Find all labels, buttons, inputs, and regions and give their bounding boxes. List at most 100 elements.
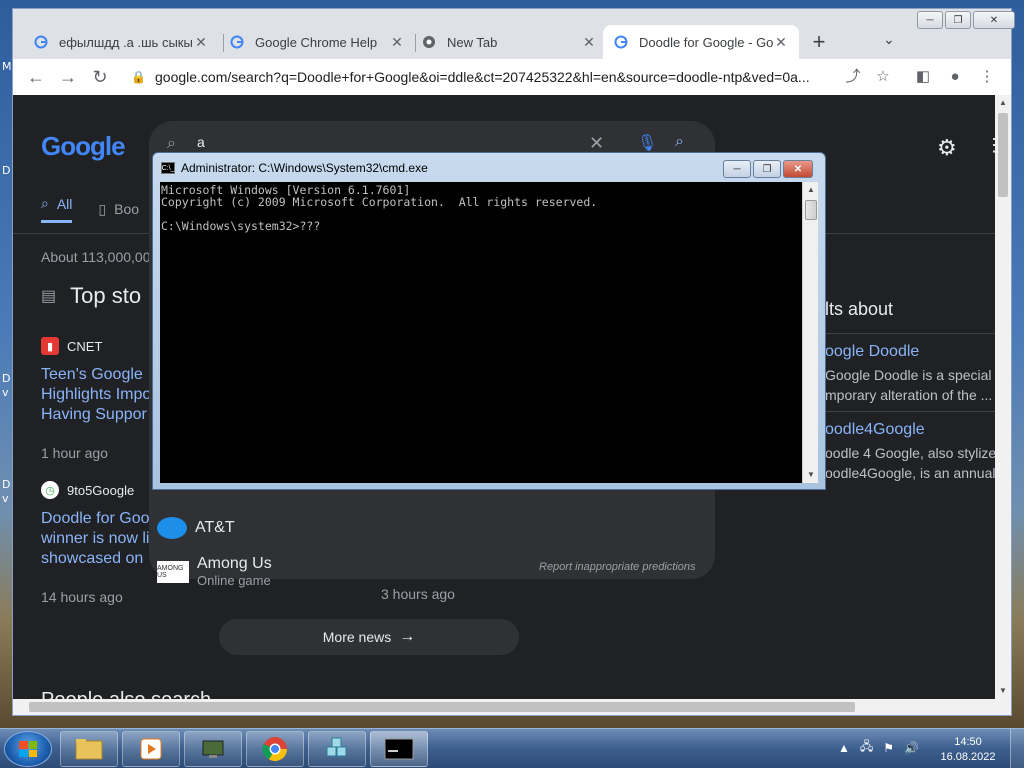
microphone-icon[interactable]: 🎙: [637, 133, 657, 153]
browser-tab[interactable]: ефылшдд .а .шь сыкыа ✕: [23, 25, 219, 59]
story-time: 1 hour ago: [41, 445, 108, 461]
story-headline[interactable]: showcased on: [41, 549, 153, 569]
knowledge-desc: mporary alteration of the ...: [825, 387, 993, 403]
search-input[interactable]: [197, 131, 597, 153]
close-button[interactable]: ✕: [783, 160, 813, 178]
new-tab-button[interactable]: +: [805, 29, 833, 57]
forward-arrow-icon[interactable]: →: [57, 66, 79, 88]
suggestion-item[interactable]: AMONG US Among Us Online game: [157, 555, 272, 588]
story-headline[interactable]: Doodle for Goo: [41, 509, 153, 529]
window-controls: ─ ❐ ✕: [915, 11, 1015, 29]
taskbar-chrome[interactable]: [246, 731, 304, 767]
search-submit-icon[interactable]: ⌕: [675, 133, 684, 151]
knowledge-link[interactable]: oogle Doodle: [825, 343, 995, 361]
profile-avatar-icon[interactable]: ●: [945, 67, 965, 87]
knowledge-item[interactable]: oodle4Google oodle 4 Google, also styliz…: [825, 421, 995, 483]
taskbar: ▲ 🖧 ⚑ 🔊 14:50 16.08.2022: [0, 728, 1024, 768]
knowledge-link[interactable]: oodle4Google: [825, 421, 995, 439]
clock[interactable]: 14:50 16.08.2022: [936, 735, 1000, 765]
tab-title: New Tab: [447, 34, 498, 50]
story-source-name: CNET: [67, 338, 103, 354]
tab-strip: ─ ❐ ✕ ефылшдд .а .шь сыкыа ✕ Google Chro…: [13, 9, 1015, 59]
taskbar-cmd[interactable]: [370, 731, 428, 767]
knowledge-panel-title: lts about: [825, 299, 894, 319]
scroll-up-icon[interactable]: ▲: [995, 95, 1011, 111]
divider: [825, 333, 995, 334]
suggestion-item[interactable]: AT&T: [157, 517, 235, 539]
vertical-scrollbar[interactable]: ▲ ▼: [995, 95, 1011, 699]
story-headline[interactable]: Having Suppor: [41, 405, 153, 425]
browser-tab[interactable]: New Tab ✕: [411, 25, 607, 59]
knowledge-item[interactable]: oogle Doodle Google Doodle is a special …: [825, 343, 995, 405]
horizontal-scrollbar[interactable]: [13, 699, 1011, 715]
minimize-button[interactable]: ─: [917, 11, 943, 29]
action-center-icon[interactable]: ⚑: [883, 741, 894, 755]
scroll-thumb[interactable]: [805, 200, 817, 220]
cmd-icon: [384, 738, 414, 760]
tab-books-label: Boo: [114, 201, 140, 217]
browser-tab[interactable]: Google Chrome Help ✕: [219, 25, 415, 59]
clear-icon[interactable]: ✕: [589, 133, 604, 154]
result-count: About 113,000,00: [41, 249, 151, 265]
scroll-up-icon[interactable]: ▲: [803, 182, 819, 198]
browser-tab-active[interactable]: Doodle for Google - Goo ✕: [603, 25, 799, 59]
cmd-console[interactable]: Microsoft Windows [Version 6.1.7601] Copy…: [160, 182, 802, 483]
tab-books[interactable]: ▯ Boo: [98, 195, 139, 223]
report-predictions-link[interactable]: Report inappropriate predictions: [539, 561, 696, 573]
back-arrow-icon[interactable]: ←: [25, 66, 47, 88]
show-desktop-button[interactable]: [1010, 729, 1024, 768]
9to5google-logo-icon: ◷: [41, 481, 59, 499]
google-logo[interactable]: Google: [41, 131, 126, 162]
taskbar-explorer[interactable]: [60, 731, 118, 767]
att-logo-icon: [157, 517, 187, 539]
story-time: 3 hours ago: [381, 586, 455, 602]
suggestion-title: AT&T: [195, 519, 235, 536]
share-icon[interactable]: ⤴: [843, 67, 863, 87]
system-tray: ▲ 🖧 ⚑ 🔊: [838, 737, 929, 758]
close-tab-icon[interactable]: ✕: [773, 34, 789, 50]
logo-text: Google: [41, 131, 126, 161]
close-tab-icon[interactable]: ✕: [581, 34, 597, 50]
maximize-button[interactable]: ❐: [945, 11, 971, 29]
settings-gear-icon[interactable]: ⚙: [937, 135, 957, 161]
story-headline[interactable]: Highlights Impo: [41, 385, 153, 405]
scroll-down-icon[interactable]: ▼: [803, 467, 819, 483]
close-button[interactable]: ✕: [973, 11, 1015, 29]
cmd-scrollbar[interactable]: ▲ ▼: [802, 182, 818, 483]
google-apps-icon[interactable]: ⋮: [985, 135, 995, 156]
show-hidden-icons-icon[interactable]: ▲: [838, 741, 850, 755]
scroll-down-icon[interactable]: ▼: [995, 683, 1011, 699]
taskbar-media-player[interactable]: [122, 731, 180, 767]
google-g-icon: [33, 34, 49, 50]
story-headline[interactable]: Teen's Google: [41, 365, 153, 385]
chrome-menu-icon[interactable]: ⋮: [977, 67, 997, 87]
bookmark-star-icon[interactable]: ☆: [873, 67, 893, 87]
story-headline[interactable]: winner is now li: [41, 529, 153, 549]
news-story[interactable]: ▮ CNET Teen's Google Highlights Impo Hav…: [41, 337, 153, 461]
volume-icon[interactable]: 🔊: [904, 741, 919, 755]
taskbar-network-tool[interactable]: [184, 731, 242, 767]
reload-icon[interactable]: ↻: [89, 66, 111, 88]
side-panel-icon[interactable]: ◧: [913, 67, 933, 87]
address-bar[interactable]: 🔒 google.com/search?q=Doodle+for+Google&…: [125, 63, 875, 91]
close-tab-icon[interactable]: ✕: [193, 34, 209, 50]
url-text[interactable]: google.com/search?q=Doodle+for+Google&oi…: [155, 69, 875, 85]
tab-search-button[interactable]: ⌄: [883, 31, 895, 48]
lock-icon[interactable]: 🔒: [131, 70, 146, 84]
cmd-titlebar[interactable]: C:\_ Administrator: C:\Windows\System32\…: [161, 161, 428, 175]
tab-all[interactable]: ⌕ All: [41, 195, 73, 223]
scroll-thumb[interactable]: [998, 113, 1008, 197]
among-us-thumbnail: AMONG US: [157, 560, 189, 583]
taskbar-tool-cubes[interactable]: [308, 731, 366, 767]
story-source: ▮ CNET: [41, 337, 153, 355]
scroll-thumb[interactable]: [29, 702, 855, 712]
suggestion-title: Among Us: [197, 555, 272, 572]
more-news-button[interactable]: More news →: [219, 619, 519, 655]
network-icon[interactable]: 🖧: [860, 737, 873, 758]
cmd-title: Administrator: C:\Windows\System32\cmd.e…: [181, 161, 428, 175]
start-button[interactable]: [4, 731, 52, 767]
minimize-button[interactable]: ─: [723, 160, 751, 178]
news-story[interactable]: ◷ 9to5Google Doodle for Goo winner is no…: [41, 481, 153, 605]
maximize-button[interactable]: ❐: [753, 160, 781, 178]
close-tab-icon[interactable]: ✕: [389, 34, 405, 50]
